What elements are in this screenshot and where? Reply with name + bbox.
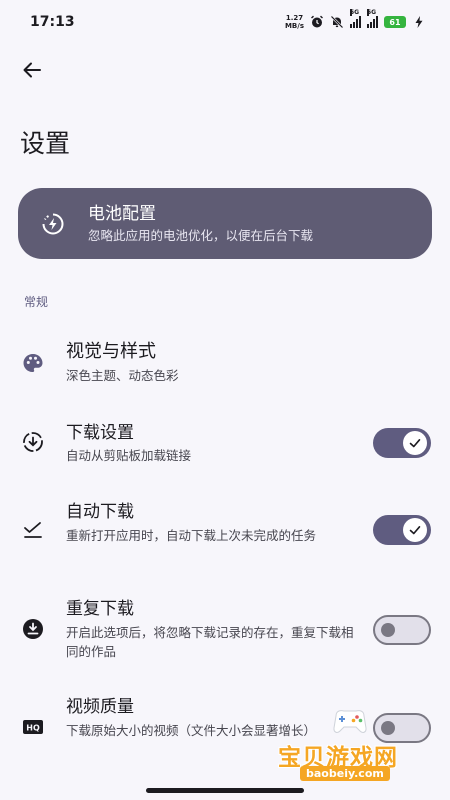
battery-bolt-icon (40, 211, 66, 237)
setting-title: 下载设置 (66, 423, 134, 443)
setting-visual-style[interactable]: 视觉与样式 深色主题、动态色彩 (0, 338, 450, 388)
toggle-knob (381, 623, 395, 637)
setting-title: 重复下载 (66, 599, 134, 619)
battery-config-card[interactable]: 电池配置 忽略此应用的电池优化，以便在后台下载 (18, 188, 432, 259)
watermark-url: baobeiy.com (300, 766, 390, 781)
charging-bolt-icon (415, 16, 423, 28)
section-label-general: 常规 (24, 295, 49, 309)
battery-card-title: 电池配置 (88, 203, 156, 224)
arrow-back-icon (23, 62, 41, 78)
setting-repeat-download[interactable]: 重复下载 开启此选项后，将忽略下载记录的存在，重复下载相同的作品 (0, 598, 450, 662)
repeat-download-toggle[interactable] (373, 615, 431, 645)
mute-bell-icon (330, 15, 344, 29)
svg-text:HQ: HQ (26, 724, 40, 733)
setting-subtitle: 重新打开应用时，自动下载上次未完成的任务 (66, 528, 317, 543)
hq-icon: HQ (20, 714, 46, 740)
download-circle-icon (20, 429, 46, 455)
setting-download-settings[interactable]: 下载设置 自动从剪贴板加载链接 (0, 421, 450, 467)
download-settings-toggle[interactable] (373, 428, 431, 458)
setting-title: 视觉与样式 (66, 341, 156, 362)
signal-sim2-icon: 5G (367, 9, 378, 28)
check-icon (409, 526, 421, 535)
status-icons: 1.27 MB/s 5G 5G 61 (284, 9, 426, 30)
toggle-knob (403, 431, 427, 455)
download-filled-circle-icon (20, 616, 46, 642)
battery-card-subtitle: 忽略此应用的电池优化，以便在后台下载 (88, 227, 314, 243)
setting-subtitle: 深色主题、动态色彩 (66, 368, 179, 383)
alarm-icon (311, 15, 323, 28)
setting-title: 自动下载 (66, 502, 134, 522)
battery-card-text: 电池配置 忽略此应用的电池优化，以便在后台下载 (88, 203, 313, 245)
setting-subtitle: 开启此选项后，将忽略下载记录的存在，重复下载相同的作品 (66, 625, 354, 659)
auto-download-toggle[interactable] (373, 515, 431, 545)
palette-icon (20, 350, 46, 376)
setting-auto-download[interactable]: 自动下载 重新打开应用时，自动下载上次未完成的任务 (0, 501, 450, 561)
setting-subtitle: 自动从剪贴板加载链接 (66, 448, 192, 463)
page-title: 设置 (20, 129, 71, 158)
network-speed: 1.27 MB/s (284, 14, 304, 30)
status-time: 17:13 (30, 14, 75, 30)
setting-title: 视频质量 (66, 697, 134, 717)
signal-sim1-icon: 5G (350, 9, 361, 28)
battery-indicator: 61 (384, 16, 406, 28)
site-watermark: 宝贝游戏网 baobeiy.com (272, 700, 442, 786)
check-icon (409, 439, 421, 448)
home-indicator[interactable] (146, 788, 304, 793)
toggle-knob (403, 518, 427, 542)
back-button[interactable] (18, 56, 46, 84)
status-bar: 17:13 1.27 MB/s 5G 5G 61 (0, 0, 450, 44)
gamepad-icon (333, 710, 367, 733)
done-line-icon (20, 517, 46, 543)
settings-screen: 17:13 1.27 MB/s 5G 5G 61 设置 电池配置 忽略此应用的电… (0, 0, 450, 800)
